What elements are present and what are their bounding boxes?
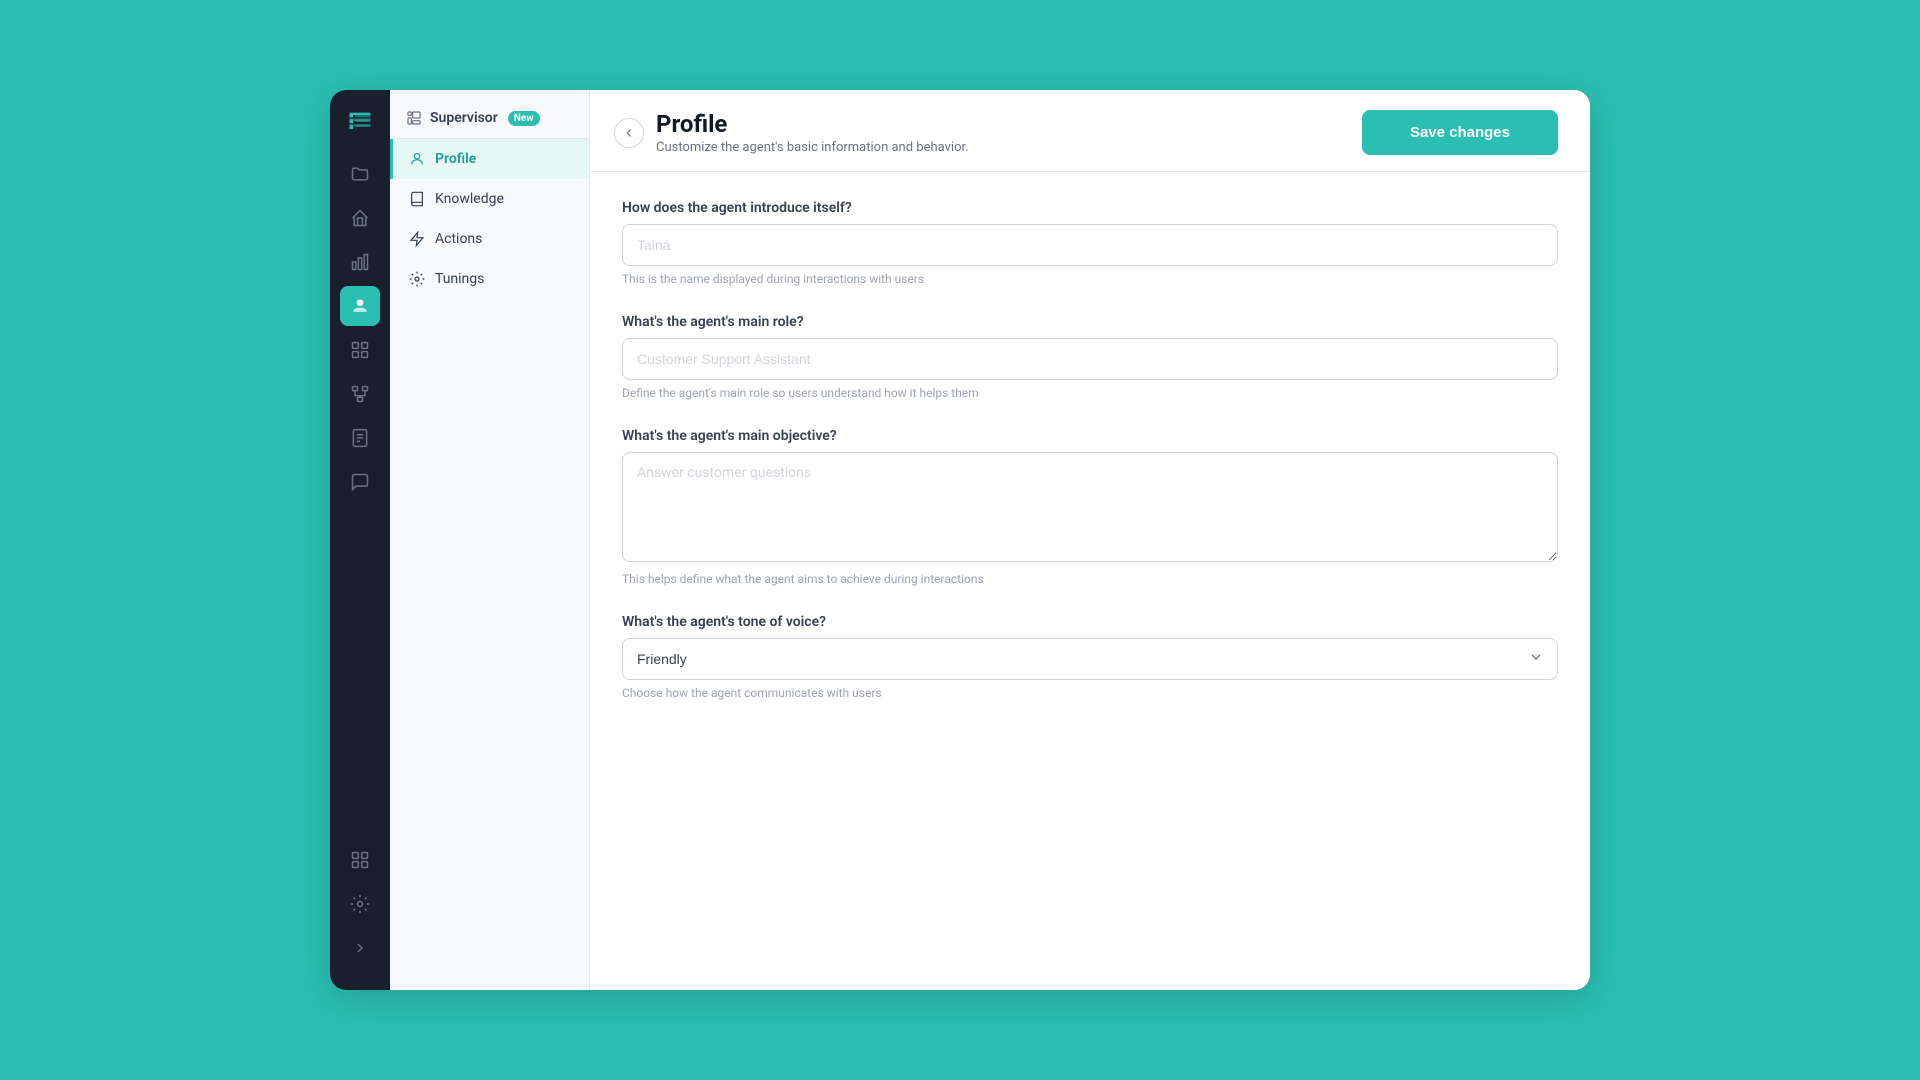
nav-item-tunings[interactable]: Tunings bbox=[390, 259, 589, 299]
sidebar-document-icon[interactable] bbox=[340, 418, 380, 458]
role-hint: Define the agent's main role so users un… bbox=[622, 386, 1558, 400]
save-changes-button[interactable]: Save changes bbox=[1362, 110, 1558, 155]
sidebar-folder-icon[interactable] bbox=[340, 154, 380, 194]
person-icon bbox=[409, 151, 425, 167]
main-header: Profile Customize the agent's basic info… bbox=[590, 90, 1590, 172]
logo-icon bbox=[342, 104, 378, 140]
sidebar-agent-icon[interactable] bbox=[340, 286, 380, 326]
left-panel-title: Supervisor bbox=[430, 110, 498, 126]
sidebar-settings-icon[interactable] bbox=[340, 884, 380, 924]
header-title-group: Profile Customize the agent's basic info… bbox=[656, 110, 969, 155]
main-content: Profile Customize the agent's basic info… bbox=[590, 90, 1590, 990]
objective-label: What's the agent's main objective? bbox=[622, 428, 1558, 444]
nav-item-profile[interactable]: Profile bbox=[390, 139, 589, 179]
sidebar-home-icon[interactable] bbox=[340, 198, 380, 238]
back-arrow-icon bbox=[622, 126, 636, 140]
left-panel-header: Supervisor New bbox=[390, 90, 589, 139]
nav-item-tunings-label: Tunings bbox=[435, 271, 484, 287]
introduce-input[interactable] bbox=[622, 224, 1558, 266]
tone-select-wrapper: Friendly Professional Casual Formal Empa… bbox=[622, 638, 1558, 680]
form-area: How does the agent introduce itself? Thi… bbox=[590, 172, 1590, 990]
tone-hint: Choose how the agent communicates with u… bbox=[622, 686, 1558, 700]
bolt-icon bbox=[409, 231, 425, 247]
back-button[interactable] bbox=[614, 118, 644, 148]
objective-hint: This helps define what the agent aims to… bbox=[622, 572, 1558, 586]
supervisor-new-badge: New bbox=[508, 111, 540, 126]
nav-item-profile-label: Profile bbox=[435, 151, 476, 167]
role-input[interactable] bbox=[622, 338, 1558, 380]
nav-item-actions-label: Actions bbox=[435, 231, 482, 247]
role-form-group: What's the agent's main role? Define the… bbox=[622, 314, 1558, 400]
tone-select[interactable]: Friendly Professional Casual Formal Empa… bbox=[622, 638, 1558, 680]
sidebar-chat-icon[interactable] bbox=[340, 462, 380, 502]
nav-item-knowledge-label: Knowledge bbox=[435, 191, 504, 207]
sidebar-apps-icon[interactable] bbox=[340, 840, 380, 880]
sidebar bbox=[330, 90, 390, 990]
header-left: Profile Customize the agent's basic info… bbox=[614, 110, 969, 155]
objective-form-group: What's the agent's main objective? This … bbox=[622, 428, 1558, 586]
objective-textarea[interactable] bbox=[622, 452, 1558, 562]
introduce-hint: This is the name displayed during intera… bbox=[622, 272, 1558, 286]
supervisor-icon bbox=[406, 110, 422, 126]
role-label: What's the agent's main role? bbox=[622, 314, 1558, 330]
sidebar-expand-button[interactable] bbox=[340, 928, 380, 968]
page-subtitle: Customize the agent's basic information … bbox=[656, 140, 969, 155]
tone-form-group: What's the agent's tone of voice? Friend… bbox=[622, 614, 1558, 700]
sidebar-chart-icon[interactable] bbox=[340, 242, 380, 282]
introduce-form-group: How does the agent introduce itself? Thi… bbox=[622, 200, 1558, 286]
sidebar-grid-icon[interactable] bbox=[340, 330, 380, 370]
introduce-label: How does the agent introduce itself? bbox=[622, 200, 1558, 216]
tunings-gear-icon bbox=[409, 271, 425, 287]
nav-item-knowledge[interactable]: Knowledge bbox=[390, 179, 589, 219]
left-panel: Supervisor New Profile Knowledge bbox=[390, 90, 590, 990]
nav-item-actions[interactable]: Actions bbox=[390, 219, 589, 259]
sidebar-flow-icon[interactable] bbox=[340, 374, 380, 414]
tone-label: What's the agent's tone of voice? bbox=[622, 614, 1558, 630]
page-title: Profile bbox=[656, 110, 969, 138]
book-icon bbox=[409, 191, 425, 207]
